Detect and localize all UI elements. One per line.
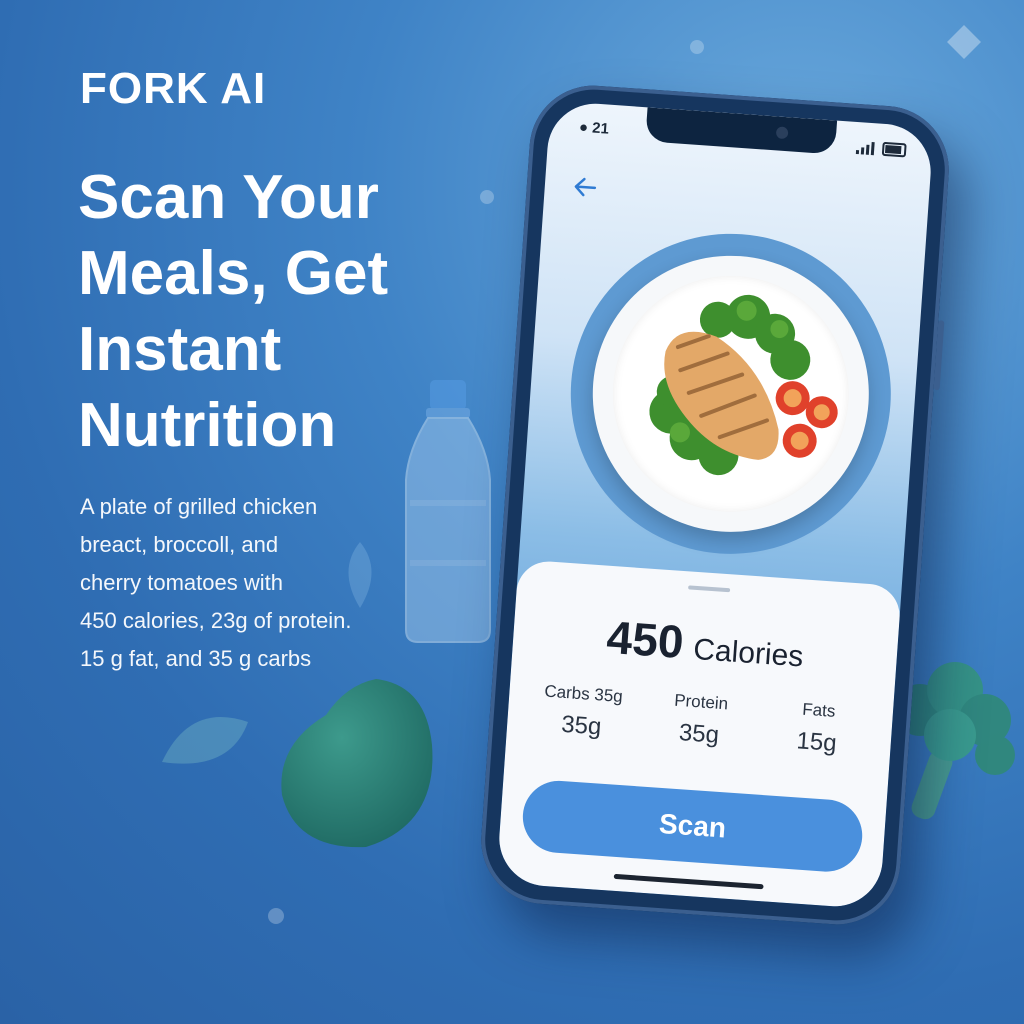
phone-side-button [933,320,945,391]
home-indicator[interactable] [613,873,764,890]
arrow-left-icon[interactable] [570,172,600,202]
phone-mockup: ● 21 450 Calories Carbs 35g 35g Protein … [476,81,954,929]
protein-label: Protein [673,690,729,714]
signal-icon [855,141,875,155]
battery-icon [881,141,907,158]
status-icons [855,140,907,158]
brand-logo: FORK AI [80,64,267,113]
macro-protein: Protein 35g [640,688,760,752]
bubble-decoration [268,908,284,924]
drag-handle[interactable] [688,585,731,593]
nutrition-card: 450 Calories Carbs 35g 35g Protein 35g F… [496,559,902,910]
headline: Scan Your Meals, Get Instant Nutrition [78,163,389,460]
bubble-decoration [480,190,494,204]
macro-carbs: Carbs 35g 35g [522,680,642,744]
water-bottle-image [405,380,491,643]
protein-value: 35g [678,719,720,749]
carbs-value: 35g [560,710,603,741]
status-time: ● 21 [578,119,609,138]
fats-value: 15g [795,727,838,758]
phone-notch [645,107,838,155]
bubble-decoration [690,40,704,54]
scan-button[interactable]: Scan [520,778,865,874]
sparkle-decoration [947,25,981,59]
avocado-image [281,679,433,848]
location-icon: ● [578,118,589,137]
macro-fats: Fats 15g [758,697,878,761]
fats-label: Fats [801,699,837,721]
calories-value: 450 [605,610,686,669]
leaf-decoration [348,542,372,608]
phone-screen: ● 21 450 Calories Carbs 35g 35g Protein … [496,100,934,910]
leaf-decoration [162,717,248,764]
camera-icon [775,126,789,140]
calories-summary: 450 Calories [512,603,899,684]
macros-row: Carbs 35g 35g Protein 35g Fats 15g [522,680,877,760]
status-time-text: 21 [591,119,610,138]
meal-image [649,294,838,476]
carbs-label: Carbs 35g [543,681,624,707]
calories-label: Calories [692,632,805,674]
plate-image [583,246,879,542]
plate-inner [604,267,857,520]
